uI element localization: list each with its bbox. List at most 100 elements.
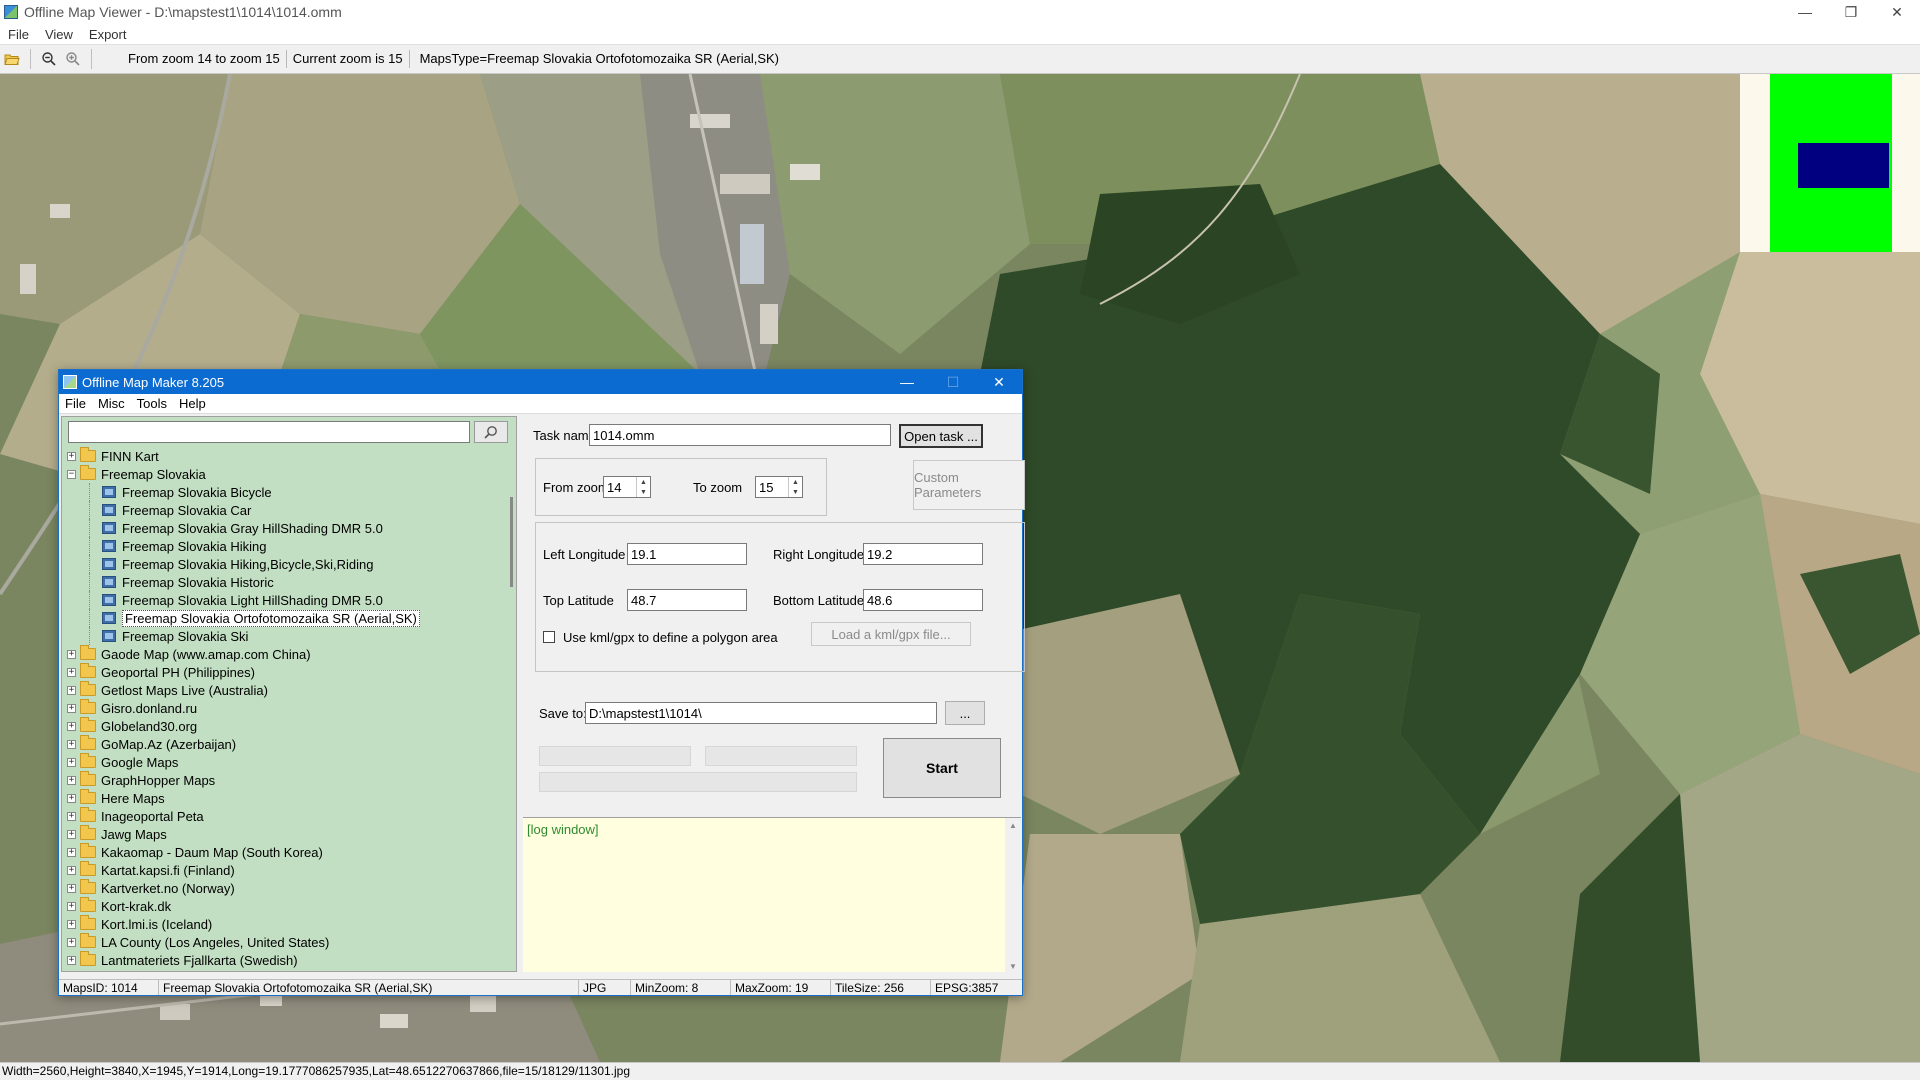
chevron-down-icon[interactable]: ▼ — [637, 487, 650, 497]
dialog-minimize-button[interactable]: — — [884, 370, 930, 394]
folder-open-icon — [80, 465, 96, 480]
expand-icon[interactable]: + — [67, 955, 76, 965]
tree-item[interactable]: + FINN Kart — [62, 447, 504, 465]
tree-scrollbar-thumb[interactable] — [510, 497, 513, 587]
tree-child-item[interactable]: Freemap Slovakia Hiking,Bicycle,Ski,Ridi… — [62, 555, 504, 573]
tree-item[interactable]: + GraphHopper Maps — [62, 771, 504, 789]
tree-item[interactable]: + LA County (Los Angeles, United States) — [62, 933, 504, 951]
search-input[interactable] — [68, 421, 470, 443]
folder-icon — [80, 861, 96, 876]
scroll-up-icon[interactable]: ▲ — [1005, 818, 1021, 832]
right-longitude-input[interactable] — [863, 543, 983, 565]
dialog-menu-file[interactable]: File — [59, 396, 92, 411]
tree-item-label: Gaode Map (www.amap.com China) — [101, 646, 311, 662]
expand-icon[interactable]: + — [67, 865, 76, 875]
tree-item[interactable]: + Lantmateriets Fjallkarta (Swedish) — [62, 951, 504, 969]
tree-item[interactable]: + Gaode Map (www.amap.com China) — [62, 645, 504, 663]
custom-parameters-button[interactable]: Custom Parameters — [913, 460, 1025, 510]
expand-icon[interactable]: + — [67, 721, 76, 731]
expand-icon[interactable]: + — [67, 793, 76, 803]
menu-view[interactable]: View — [37, 27, 81, 42]
chevron-down-icon[interactable]: ▼ — [789, 487, 802, 497]
expand-icon[interactable]: + — [67, 703, 76, 713]
folder-icon — [80, 843, 96, 858]
tree-item[interactable]: + Kort-krak.dk — [62, 897, 504, 915]
tree-item[interactable]: + Gisro.donland.ru — [62, 699, 504, 717]
tree-item[interactable]: + Kartverket.no (Norway) — [62, 879, 504, 897]
open-task-button[interactable]: Open task ... — [899, 424, 983, 448]
menu-file[interactable]: File — [0, 27, 37, 42]
tree-item[interactable]: + Kort.lmi.is (Iceland) — [62, 915, 504, 933]
dialog-close-button[interactable]: ✕ — [976, 370, 1022, 394]
expand-icon[interactable]: + — [67, 775, 76, 785]
expand-icon[interactable]: + — [67, 685, 76, 695]
expand-icon[interactable]: + — [67, 901, 76, 911]
expand-icon[interactable]: + — [67, 649, 76, 659]
log-window[interactable]: [log window] ▲ ▼ — [523, 817, 1021, 973]
tree-item[interactable]: + GoMap.Az (Azerbaijan) — [62, 735, 504, 753]
start-button[interactable]: Start — [883, 738, 1001, 798]
tree-item[interactable]: − Freemap Slovakia — [62, 465, 504, 483]
expand-icon[interactable]: + — [67, 937, 76, 947]
tree-item[interactable]: + Jawg Maps — [62, 825, 504, 843]
expand-icon[interactable]: + — [67, 919, 76, 929]
chevron-up-icon[interactable]: ▲ — [637, 477, 650, 487]
tree-item[interactable]: + Globeland30.org — [62, 717, 504, 735]
tree-item[interactable]: + Kartat.kapsi.fi (Finland) — [62, 861, 504, 879]
tree-item[interactable]: + Google Maps — [62, 753, 504, 771]
load-kml-button[interactable]: Load a kml/gpx file... — [811, 622, 971, 646]
open-folder-icon[interactable] — [0, 47, 24, 71]
tree-child-item[interactable]: Freemap Slovakia Car — [62, 501, 504, 519]
browse-button[interactable]: ... — [945, 701, 985, 725]
zoom-out-icon[interactable] — [37, 47, 61, 71]
minimize-button[interactable]: — — [1782, 0, 1828, 24]
tree-item[interactable]: + Inageoportal Peta — [62, 807, 504, 825]
menu-export[interactable]: Export — [81, 27, 135, 42]
use-kml-checkbox[interactable] — [543, 631, 555, 643]
tree-child-item[interactable]: Freemap Slovakia Hiking — [62, 537, 504, 555]
tree-guide-line — [89, 609, 90, 627]
expand-icon[interactable]: + — [67, 829, 76, 839]
minimap-viewport[interactable] — [1798, 143, 1889, 188]
zoom-in-icon[interactable] — [61, 47, 85, 71]
scroll-down-icon[interactable]: ▼ — [1005, 959, 1021, 973]
dialog-menu-tools[interactable]: Tools — [131, 396, 173, 411]
tree-child-item[interactable]: Freemap Slovakia Light HillShading DMR 5… — [62, 591, 504, 609]
to-zoom-stepper[interactable]: 15 ▲ ▼ — [755, 476, 803, 498]
expand-icon[interactable]: + — [67, 739, 76, 749]
left-longitude-input[interactable] — [627, 543, 747, 565]
expand-icon[interactable]: + — [67, 667, 76, 677]
tree-guide-line — [89, 591, 90, 609]
tree-item[interactable]: + Getlost Maps Live (Australia) — [62, 681, 504, 699]
expand-icon[interactable]: + — [67, 811, 76, 821]
tree-item-label: LA County (Los Angeles, United States) — [101, 934, 330, 950]
tree-child-item[interactable]: Freemap Slovakia Ortofotomozaika SR (Aer… — [62, 609, 504, 627]
tree-item[interactable]: + Kakaomap - Daum Map (South Korea) — [62, 843, 504, 861]
expand-icon[interactable]: + — [67, 451, 76, 461]
restore-button[interactable]: ❐ — [1828, 0, 1874, 24]
tree-child-item[interactable]: Freemap Slovakia Gray HillShading DMR 5.… — [62, 519, 504, 537]
task-name-input[interactable] — [589, 424, 891, 446]
collapse-icon[interactable]: − — [67, 469, 76, 479]
expand-icon[interactable]: + — [67, 883, 76, 893]
dialog-menu-help[interactable]: Help — [173, 396, 212, 411]
tree-child-label: Freemap Slovakia Gray HillShading DMR 5.… — [122, 520, 383, 536]
tree-item[interactable]: + Geoportal PH (Philippines) — [62, 663, 504, 681]
expand-icon[interactable]: + — [67, 757, 76, 767]
bottom-latitude-input[interactable] — [863, 589, 983, 611]
dialog-menu-misc[interactable]: Misc — [92, 396, 131, 411]
map-provider-tree[interactable]: + FINN Kart − Freemap Slovakia Freemap Slova… — [62, 447, 504, 971]
search-button[interactable] — [474, 421, 508, 443]
tree-item[interactable]: + Here Maps — [62, 789, 504, 807]
top-latitude-input[interactable] — [627, 589, 747, 611]
tree-child-item[interactable]: Freemap Slovakia Bicycle — [62, 483, 504, 501]
from-zoom-stepper[interactable]: 14 ▲ ▼ — [603, 476, 651, 498]
log-scrollbar[interactable]: ▲ ▼ — [1005, 818, 1021, 973]
chevron-up-icon[interactable]: ▲ — [789, 477, 802, 487]
expand-icon[interactable]: + — [67, 847, 76, 857]
overview-minimap[interactable] — [1740, 74, 1920, 252]
save-to-input[interactable] — [585, 702, 937, 724]
close-button[interactable]: ✕ — [1874, 0, 1920, 24]
tree-child-item[interactable]: Freemap Slovakia Ski — [62, 627, 504, 645]
tree-child-item[interactable]: Freemap Slovakia Historic — [62, 573, 504, 591]
